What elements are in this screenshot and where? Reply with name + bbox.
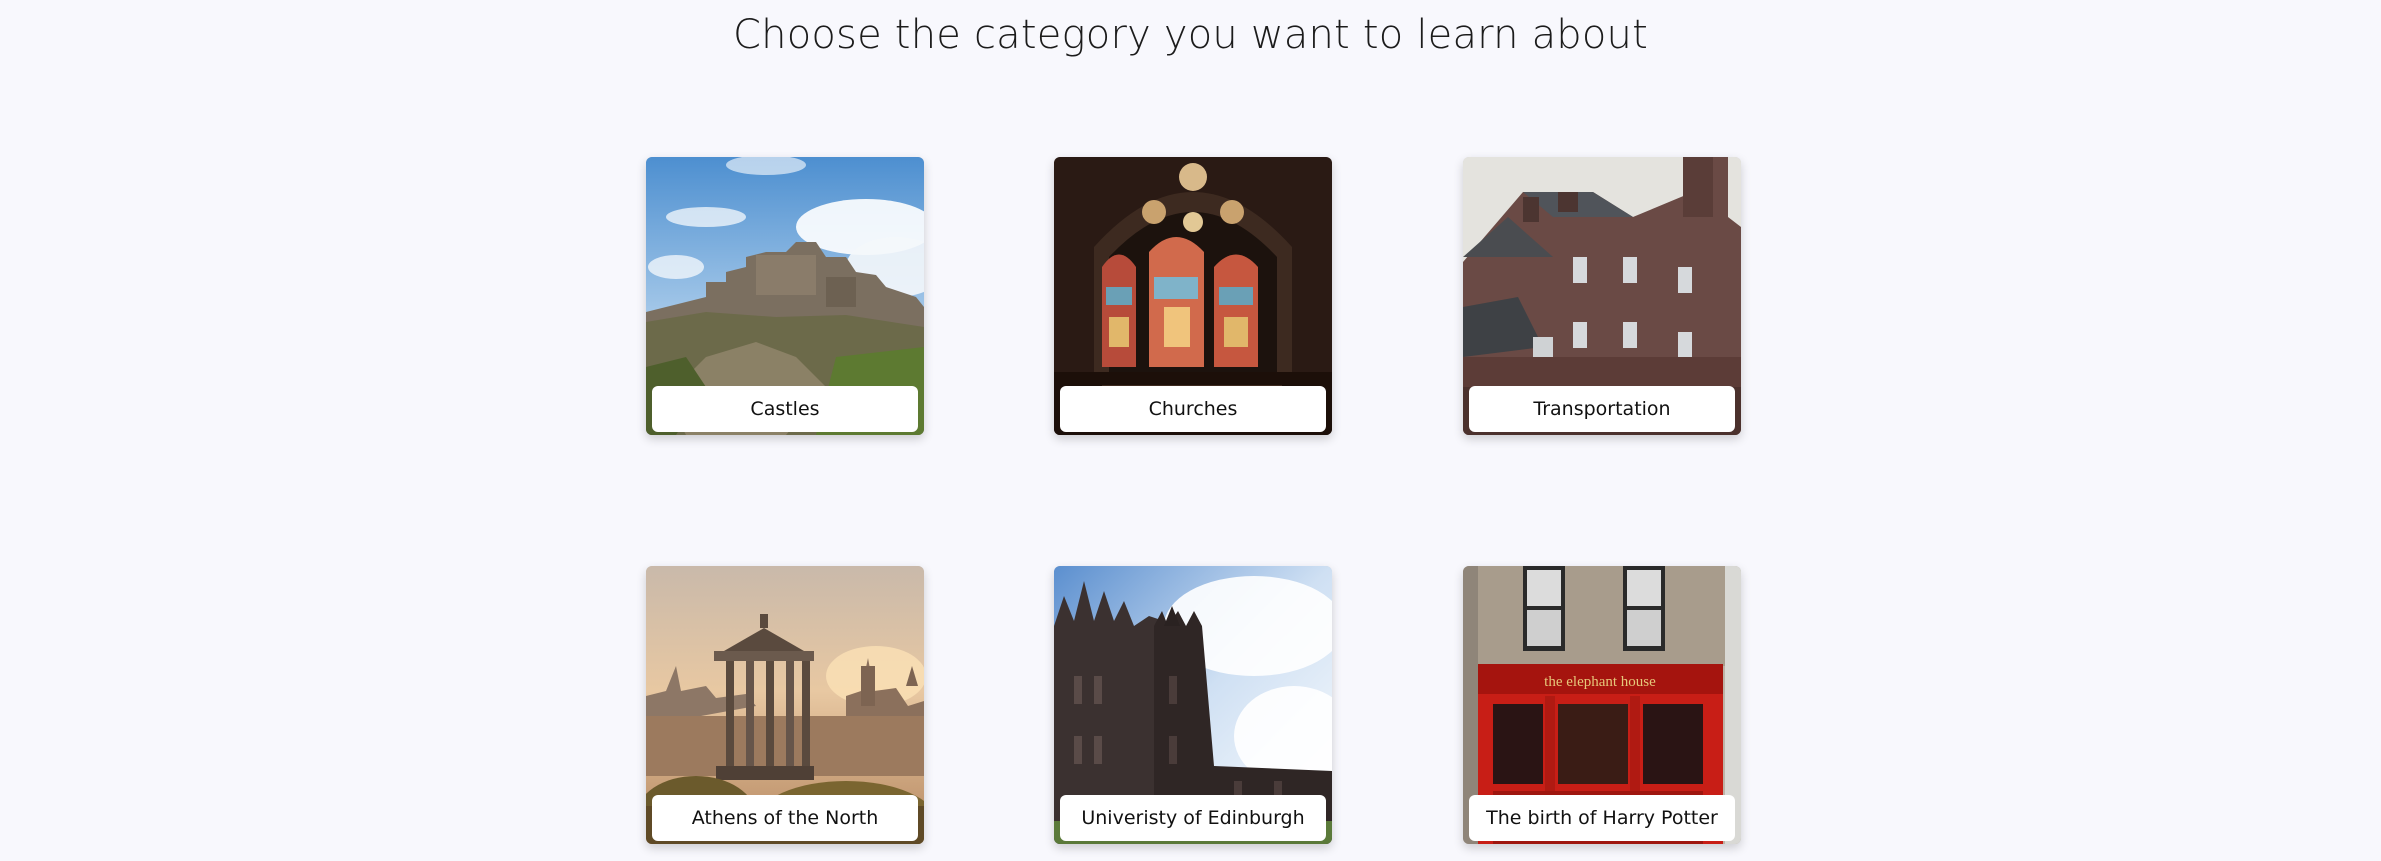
category-label: Castles: [652, 386, 918, 432]
category-card-university-of-edinburgh[interactable]: Univeristy of Edinburgh: [1054, 566, 1332, 844]
category-label: Athens of the North: [652, 795, 918, 841]
shop-sign: the elephant house: [1544, 674, 1656, 690]
category-card-churches[interactable]: Churches: [1054, 157, 1332, 435]
category-card-transportation[interactable]: Transportation: [1463, 157, 1741, 435]
category-card-the-birth-of-harry-potter[interactable]: the elephant house The birth of Harry Po…: [1463, 566, 1741, 844]
category-label: Univeristy of Edinburgh: [1060, 795, 1326, 841]
page-title: Choose the category you want to learn ab…: [733, 12, 1648, 58]
category-card-athens-of-the-north[interactable]: Athens of the North: [646, 566, 924, 844]
category-label: Transportation: [1469, 386, 1735, 432]
category-label: The birth of Harry Potter: [1469, 795, 1735, 841]
category-card-castles[interactable]: Castles: [646, 157, 924, 435]
category-label: Churches: [1060, 386, 1326, 432]
